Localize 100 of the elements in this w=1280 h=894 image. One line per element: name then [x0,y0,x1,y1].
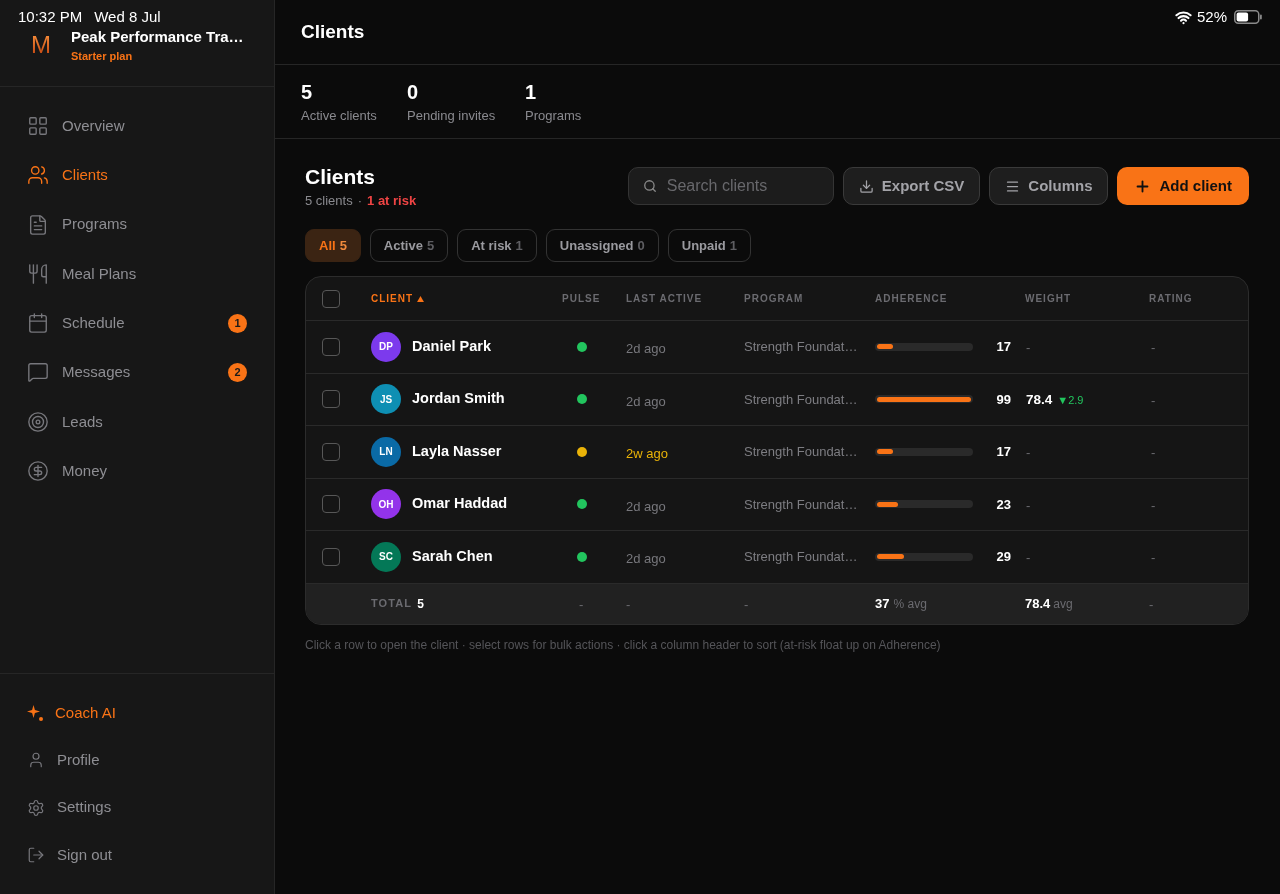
checkbox[interactable] [322,495,340,514]
total-adherence: 37 [875,594,890,613]
client-row[interactable]: DP Daniel Park 2d ago Strength Foundat… 17 - - [306,321,1248,374]
battery-icon [1234,10,1262,24]
sidebar-link[interactable]: Settings [16,785,258,830]
total-pulse: - [579,596,584,612]
nav-item[interactable]: Schedule 1 [16,301,258,346]
sidebar-link[interactable]: Coach AI [16,691,258,736]
rating-value: - [1151,339,1156,357]
avatar: SC [371,541,401,572]
total-adherence-note: % avg [893,595,927,613]
nav-item[interactable]: Leads [16,399,258,444]
fork-knife-icon [27,262,49,285]
lines-icon [1005,178,1021,194]
weight-value: - [1026,496,1031,515]
column-header[interactable]: PROGRAM [744,291,804,306]
sparkle-icon [27,705,43,722]
program-name: Strength Foundat… [744,390,858,409]
client-row[interactable]: OH Omar Haddad 2d ago Strength Foundat… 23 - - [306,478,1248,531]
rating-value: - [1151,391,1156,410]
last-active-text: 2d ago [626,392,666,411]
separator-dot: · [357,193,363,209]
checkbox[interactable] [322,390,340,409]
checkbox[interactable] [322,442,340,461]
total-program: - [744,596,749,612]
client-name: Layla Nasser [412,441,502,461]
program-name: Strength Foundat… [744,338,858,356]
nav-item[interactable]: Overview [16,104,258,148]
adherence-value: 29 [995,548,1011,566]
stat-value: 1 [525,79,538,104]
count-badge: 2 [228,363,247,382]
avatar: DP [371,331,401,362]
program-name: Strength Foundat… [744,548,858,566]
rating-value: - [1151,496,1156,515]
nav-item[interactable]: Clients [16,153,258,198]
filter-chip[interactable]: Unpaid 1 [667,229,752,262]
users-icon [27,164,49,187]
section-title: Clients [305,164,376,189]
workspace-name: Peak Performance Tra… [71,28,244,46]
document-icon [27,213,49,236]
download-icon [858,178,874,194]
checkbox[interactable] [322,289,340,308]
stat-label: Programs [525,107,582,124]
program-name: Strength Foundat… [744,495,858,514]
avatar: LN [371,436,401,467]
adherence-value: 17 [995,338,1011,356]
last-active-text: 2w ago [626,445,668,463]
filter-chip[interactable]: At risk 1 [457,229,537,262]
column-header[interactable]: RATING [1149,291,1193,306]
sort-up-icon [417,295,425,302]
client-name: Sarah Chen [412,546,493,566]
weight-value: - [1026,339,1031,357]
adherence-value: 99 [995,390,1011,409]
filter-chip[interactable]: Unassigned 0 [545,229,659,262]
filter-chip[interactable]: Active 5 [369,229,449,262]
client-row[interactable]: JS Jordan Smith 2d ago Strength Foundat… 99 78.4 ▼2.9 - [306,373,1248,426]
search-icon [642,179,657,193]
client-row[interactable]: SC Sarah Chen 2d ago Strength Foundat… 29 - - [306,531,1248,584]
client-name: Jordan Smith [412,389,505,409]
nav-item[interactable]: Money [16,449,258,494]
checkbox[interactable] [322,337,340,356]
add-button[interactable]: Add client [1117,167,1249,205]
nav-item[interactable]: Meal Plans [16,251,258,296]
column-header[interactable]: PULSE [562,291,601,306]
grid-icon [27,115,49,137]
last-active-text: 2d ago [626,550,666,568]
column-header[interactable]: ADHERENCE [875,291,948,306]
client-name: Daniel Park [412,336,491,356]
column-header[interactable]: WEIGHT [1025,291,1071,306]
nav-item[interactable]: Programs [16,202,258,247]
weight-change: ▼2.9 [1057,393,1084,408]
adherence-value: 23 [995,495,1011,514]
sidebar-link[interactable]: Sign out [16,833,258,877]
status-time: 10:32 PM [18,6,83,27]
table-hint: Click a row to open the client · select rows for bulk actions · click a column header to sort (at-risk float up on Adherence) [305,637,942,652]
search-field[interactable]: Search clients [627,167,834,205]
weight-value: - [1026,549,1031,567]
column-header[interactable]: LAST ACTIVE [626,291,703,306]
battery-percent: 52% [1196,6,1227,27]
total-label: TOTAL [371,596,413,612]
client-row[interactable]: LN Layla Nasser 2w ago Strength Foundat… 17 - - [306,426,1248,479]
calendar-icon [27,312,49,335]
total-rating: - [1149,596,1154,612]
client-name: Omar Haddad [412,494,508,514]
column-header[interactable]: CLIENT [371,291,425,306]
filter-chip[interactable]: All 5 [305,229,361,262]
checkbox[interactable] [322,547,340,566]
weight-value: 78.4 [1026,391,1053,410]
stat-value: 0 [407,79,420,104]
sidebar-link[interactable]: Profile [16,738,258,783]
target-icon [27,410,49,433]
last-active-text: 2d ago [626,340,666,358]
toolbar-button[interactable]: Columns [989,167,1109,205]
user-icon [27,751,45,770]
toolbar-button[interactable]: Export CSV [842,167,981,205]
nav-item[interactable]: Messages 2 [16,350,258,395]
total-weight: 78.4 [1025,594,1051,613]
at-risk-count: 1 at risk [367,193,417,209]
settings-icon [27,798,45,817]
rating-value: - [1151,549,1156,567]
